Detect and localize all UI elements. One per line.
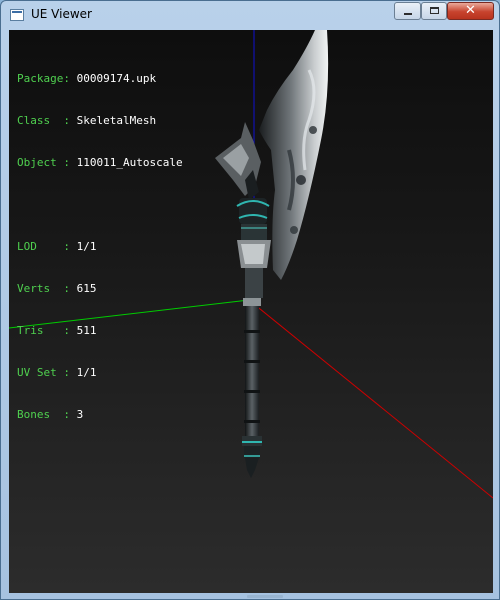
minimize-button[interactable] — [394, 2, 421, 20]
info-value: 1/1 — [76, 240, 97, 253]
info-value: 3 — [76, 408, 84, 421]
info-lod: LOD : 1/1 — [17, 240, 183, 254]
maximize-button[interactable] — [421, 2, 447, 20]
info-bones: Bones : 3 — [17, 408, 183, 422]
info-value: 00009174.upk — [76, 72, 157, 85]
resize-grip[interactable] — [247, 595, 283, 598]
title-bar[interactable]: UE Viewer ✕ — [1, 1, 499, 29]
info-object: Object : 110011_Autoscale — [17, 156, 183, 170]
info-value: SkeletalMesh — [76, 114, 157, 127]
info-label: Verts : — [17, 282, 77, 295]
info-value: 615 — [76, 282, 97, 295]
close-icon: ✕ — [465, 3, 476, 18]
info-verts: Verts : 615 — [17, 282, 183, 296]
minimize-icon — [404, 13, 412, 15]
info-label: Tris : — [17, 324, 77, 337]
axe-shaft — [243, 298, 261, 438]
app-window: UE Viewer ✕ Package: 00009174.upk Class … — [0, 0, 500, 600]
info-label: Package: — [17, 72, 77, 85]
info-value: 1/1 — [76, 366, 97, 379]
maximize-icon — [430, 7, 439, 14]
info-label: Bones : — [17, 408, 77, 421]
info-label: Class : — [17, 114, 77, 127]
info-label: Object : — [17, 156, 77, 169]
mesh-info-overlay: Package: 00009174.upk Class : SkeletalMe… — [17, 44, 183, 450]
app-window-icon — [10, 9, 24, 21]
info-label: UV Set : — [17, 366, 77, 379]
axis-x-line — [248, 299, 493, 499]
info-package: Package: 00009174.upk — [17, 72, 183, 86]
info-value: 110011_Autoscale — [76, 156, 183, 169]
close-button[interactable]: ✕ — [447, 2, 494, 20]
3d-viewport[interactable]: Package: 00009174.upk Class : SkeletalMe… — [9, 30, 493, 593]
info-tris: Tris : 511 — [17, 324, 183, 338]
info-label: LOD : — [17, 240, 77, 253]
info-class: Class : SkeletalMesh — [17, 114, 183, 128]
info-value: 511 — [76, 324, 97, 337]
axe-head-socket — [236, 198, 271, 298]
axe-pommel — [242, 436, 262, 478]
window-title: UE Viewer — [31, 7, 92, 21]
info-uvset: UV Set : 1/1 — [17, 366, 183, 380]
